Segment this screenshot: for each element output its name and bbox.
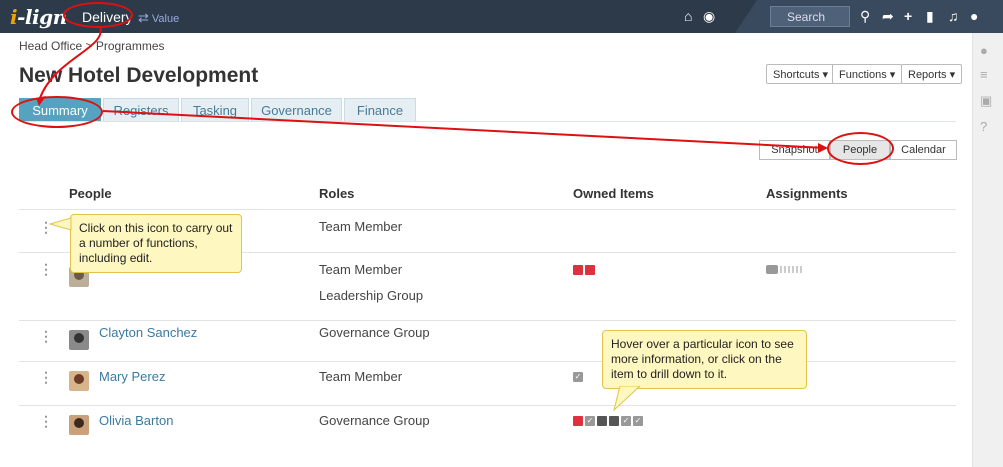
column-header-people[interactable]: People bbox=[69, 186, 112, 201]
reports-menu-button[interactable]: Reports ▾ bbox=[901, 64, 963, 84]
owned-item-dark-icon[interactable] bbox=[609, 416, 619, 426]
assignment-user-icon bbox=[766, 265, 778, 274]
row-actions-kebab-icon[interactable]: ⋮ bbox=[39, 262, 53, 276]
callout-pointer bbox=[48, 217, 72, 231]
header-divider bbox=[19, 209, 956, 210]
person-link-mary-perez[interactable]: Mary Perez bbox=[99, 369, 165, 384]
functions-menu-button[interactable]: Functions ▾ bbox=[832, 64, 903, 84]
avatar[interactable] bbox=[69, 330, 89, 350]
swap-arrows-icon: ⇄ bbox=[138, 10, 149, 25]
home-icon[interactable]: ⌂ bbox=[684, 8, 692, 24]
role-label: Governance Group bbox=[319, 325, 430, 340]
callout-kebab-help: Click on this icon to carry out a number… bbox=[70, 214, 242, 273]
callout-pointer bbox=[613, 386, 641, 412]
owned-item-check-icon[interactable]: ✓ bbox=[621, 416, 631, 426]
lock-icon[interactable]: ▣ bbox=[980, 93, 992, 109]
annotation-oval-summary-tab bbox=[11, 96, 103, 128]
user-icon[interactable]: ● bbox=[970, 8, 978, 24]
search-input[interactable]: Search bbox=[770, 6, 850, 27]
search-icon[interactable]: ⚲ bbox=[860, 8, 870, 25]
tab-divider bbox=[19, 121, 956, 122]
row-divider bbox=[19, 361, 956, 362]
owned-item-red-icon[interactable] bbox=[573, 265, 583, 275]
share-arrow-icon[interactable]: ➦ bbox=[882, 8, 894, 25]
person-link-clayton-sanchez[interactable]: Clayton Sanchez bbox=[99, 325, 197, 340]
list-icon[interactable]: ≡ bbox=[980, 67, 988, 82]
row-divider bbox=[19, 320, 956, 321]
row-actions-kebab-icon[interactable]: ⋮ bbox=[39, 414, 53, 428]
snapshot-view-button[interactable]: Snapshot bbox=[759, 140, 830, 160]
value-toggle-label: Value bbox=[151, 13, 180, 25]
comment-icon[interactable]: ● bbox=[980, 43, 988, 58]
logo-text: -lign bbox=[17, 5, 67, 29]
annotation-oval-people-button bbox=[827, 132, 894, 165]
add-icon[interactable]: + bbox=[904, 8, 912, 24]
help-icon[interactable]: ? bbox=[980, 119, 987, 134]
tab-governance[interactable]: Governance bbox=[251, 98, 342, 122]
page-title: New Hotel Development bbox=[19, 64, 259, 87]
tab-finance[interactable]: Finance bbox=[344, 98, 416, 122]
shortcuts-menu-button[interactable]: Shortcuts ▾ bbox=[766, 64, 836, 84]
person-link-olivia-barton[interactable]: Olivia Barton bbox=[99, 413, 173, 428]
app-logo[interactable]: i-lign bbox=[10, 5, 67, 29]
role-label: Governance Group bbox=[319, 413, 430, 428]
avatar[interactable] bbox=[69, 371, 89, 391]
owned-item-red-icon[interactable] bbox=[573, 416, 583, 426]
owned-item-dark-icon[interactable] bbox=[597, 416, 607, 426]
assignments-bar-icon[interactable] bbox=[766, 265, 806, 274]
role-label: Leadership Group bbox=[319, 288, 424, 303]
row-actions-kebab-icon[interactable]: ⋮ bbox=[39, 329, 53, 343]
annotation-oval-mode bbox=[63, 2, 133, 28]
calendar-view-button[interactable]: Calendar bbox=[890, 140, 957, 160]
column-header-owned-items[interactable]: Owned Items bbox=[573, 186, 654, 201]
owned-item-check-icon[interactable]: ✓ bbox=[585, 416, 595, 426]
column-header-roles[interactable]: Roles bbox=[319, 186, 354, 201]
globe-icon[interactable]: ◉ bbox=[703, 8, 715, 25]
bookmark-icon[interactable]: ▮ bbox=[926, 8, 934, 25]
tab-registers[interactable]: Registers bbox=[103, 98, 179, 122]
breadcrumb[interactable]: Head Office > Programmes bbox=[19, 39, 165, 53]
owned-item-check-icon[interactable]: ✓ bbox=[633, 416, 643, 426]
row-divider bbox=[19, 405, 956, 406]
owned-item-check-icon[interactable]: ✓ bbox=[573, 372, 583, 382]
assignment-progress-icon bbox=[780, 266, 804, 273]
row-actions-kebab-icon[interactable]: ⋮ bbox=[39, 370, 53, 384]
role-label: Team Member bbox=[319, 262, 403, 277]
owned-item-red-icon[interactable] bbox=[585, 265, 595, 275]
role-label: Team Member bbox=[319, 219, 403, 234]
column-header-assignments[interactable]: Assignments bbox=[766, 186, 848, 201]
tab-tasking[interactable]: Tasking bbox=[181, 98, 249, 122]
callout-hover-help: Hover over a particular icon to see more… bbox=[602, 330, 807, 389]
bell-icon[interactable]: ♫ bbox=[948, 8, 959, 24]
avatar[interactable] bbox=[69, 415, 89, 435]
role-label: Team Member bbox=[319, 369, 403, 384]
value-toggle[interactable]: ⇄ Value bbox=[138, 10, 179, 26]
